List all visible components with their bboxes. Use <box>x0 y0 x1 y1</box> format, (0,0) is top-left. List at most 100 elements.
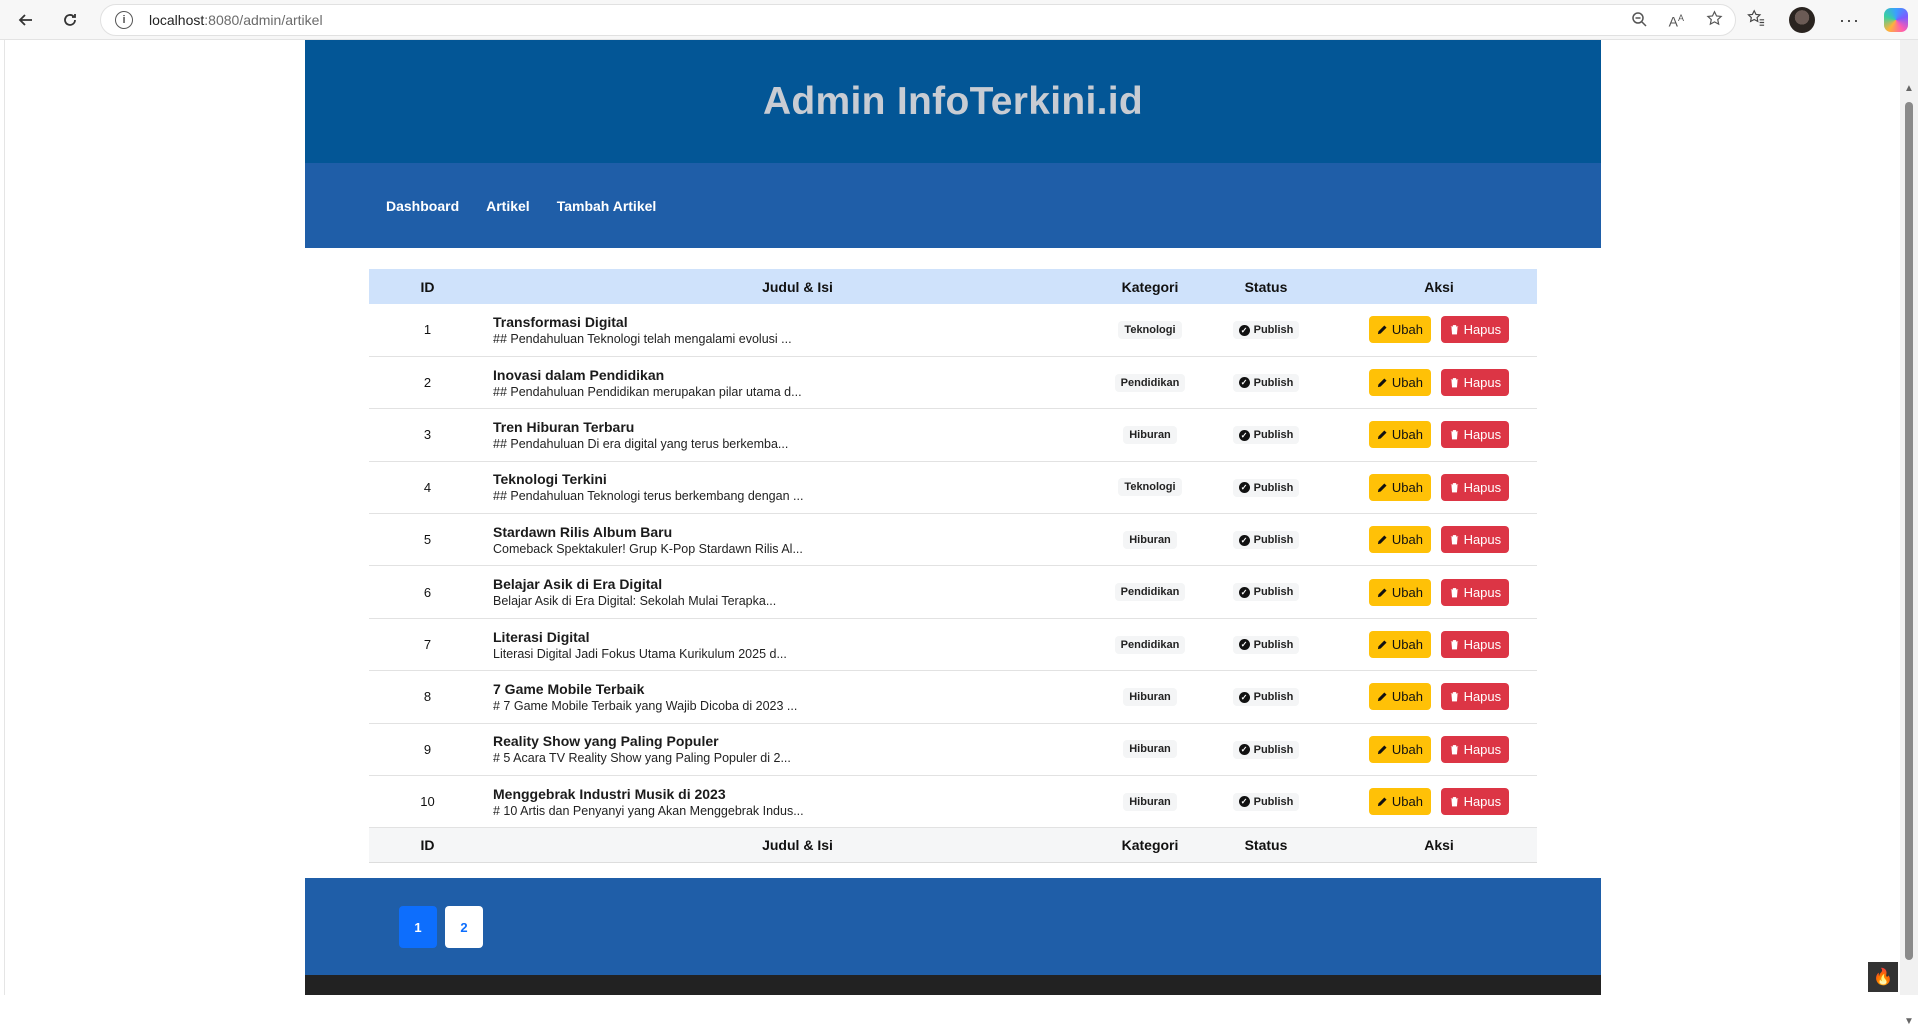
row-aksi-cell: Ubah Hapus <box>1341 776 1537 828</box>
header-id: ID <box>420 278 435 295</box>
delete-label: Hapus <box>1463 427 1502 443</box>
row-status-cell: ✓ Publish <box>1191 723 1341 775</box>
delete-button[interactable]: Hapus <box>1440 369 1510 397</box>
back-icon[interactable] <box>6 0 46 40</box>
favorite-star-icon[interactable] <box>1706 10 1723 32</box>
pencil-icon <box>1377 692 1387 702</box>
check-circle-icon: ✓ <box>1238 586 1250 598</box>
edit-label: Ubah <box>1391 375 1423 391</box>
row-title-cell: Menggebrak Industri Musik di 2023 # 10 A… <box>486 776 1109 828</box>
delete-button[interactable]: Hapus <box>1440 631 1510 659</box>
kategori-badge: Pendidikan <box>1114 583 1186 602</box>
edit-button[interactable]: Ubah <box>1368 369 1431 397</box>
site-info-icon[interactable]: i <box>115 11 133 29</box>
pencil-icon <box>1377 588 1387 597</box>
kategori-badge: Hiburan <box>1123 792 1177 811</box>
status-text: Publish <box>1253 586 1294 599</box>
scroll-up-icon[interactable]: ▲ <box>1904 84 1914 94</box>
edit-label: Ubah <box>1391 322 1423 338</box>
edit-label: Ubah <box>1391 794 1423 810</box>
article-snippet: ## Pendahuluan Teknologi telah mengalami… <box>493 331 792 346</box>
check-circle-icon: ✓ <box>1238 534 1250 546</box>
scrollbar[interactable]: ▲ ▼ <box>1900 40 1918 1027</box>
admin-page: Admin InfoTerkini.id Dashboard Artikel T… <box>305 40 1601 995</box>
trash-icon <box>1450 325 1458 335</box>
read-aloud-icon[interactable]: AA <box>1669 13 1684 30</box>
edit-button[interactable]: Ubah <box>1368 421 1431 449</box>
more-menu-icon[interactable]: ··· <box>1839 10 1860 31</box>
address-bar[interactable]: i localhost:8080/admin/artikel AA <box>100 4 1736 36</box>
article-snippet: # 5 Acara TV Reality Show yang Paling Po… <box>493 751 791 766</box>
nav-artikel[interactable]: Artikel <box>486 198 530 214</box>
debug-toolbar-icon[interactable]: 🔥 <box>1868 962 1898 992</box>
page-2-button[interactable]: 2 <box>445 906 483 948</box>
row-aksi-cell: Ubah Hapus <box>1341 409 1537 461</box>
status-text: Publish <box>1253 481 1294 494</box>
delete-button[interactable]: Hapus <box>1440 473 1510 501</box>
row-kategori-cell: Hiburan <box>1109 514 1191 566</box>
status-badge: ✓ Publish <box>1232 688 1300 707</box>
pencil-icon <box>1377 325 1387 335</box>
pencil-icon <box>1377 535 1387 545</box>
nav-tambah-artikel[interactable]: Tambah Artikel <box>557 198 657 214</box>
delete-button[interactable]: Hapus <box>1440 735 1510 763</box>
trash-icon <box>1450 535 1458 545</box>
delete-button[interactable]: Hapus <box>1440 683 1510 711</box>
zoom-out-icon[interactable] <box>1631 11 1647 32</box>
nav-dashboard[interactable]: Dashboard <box>386 198 459 214</box>
check-circle-icon: ✓ <box>1238 796 1250 808</box>
edit-label: Ubah <box>1391 584 1423 600</box>
scroll-thumb[interactable] <box>1905 102 1913 960</box>
edit-button[interactable]: Ubah <box>1368 473 1431 501</box>
row-kategori-cell: Hiburan <box>1109 776 1191 828</box>
table-header-row: ID Judul & Isi Kategori Status Aksi <box>369 269 1537 304</box>
row-status-cell: ✓ Publish <box>1191 461 1341 513</box>
main-nav: Dashboard Artikel Tambah Artikel <box>305 163 1601 248</box>
edit-button[interactable]: Ubah <box>1368 526 1431 554</box>
row-aksi-cell: Ubah Hapus <box>1341 618 1537 670</box>
edit-button[interactable]: Ubah <box>1368 788 1431 816</box>
profile-avatar[interactable] <box>1789 7 1816 33</box>
status-badge: ✓ Publish <box>1232 531 1300 549</box>
status-badge: ✓ Publish <box>1232 583 1300 602</box>
url-text[interactable]: localhost:8080/admin/artikel <box>149 12 323 28</box>
row-kategori-cell: Pendidikan <box>1109 566 1191 618</box>
row-id: 3 <box>423 427 432 443</box>
delete-button[interactable]: Hapus <box>1440 788 1510 816</box>
table-row: 7 Literasi Digital Literasi Digital Jadi… <box>369 618 1537 671</box>
article-title: Literasi Digital <box>493 628 590 645</box>
delete-button[interactable]: Hapus <box>1440 421 1510 449</box>
edit-label: Ubah <box>1391 689 1423 705</box>
edit-button[interactable]: Ubah <box>1368 683 1431 711</box>
status-text: Publish <box>1253 691 1294 704</box>
article-snippet: ## Pendahuluan Pendidikan merupakan pila… <box>493 384 802 399</box>
edit-button[interactable]: Ubah <box>1368 316 1431 344</box>
edit-button[interactable]: Ubah <box>1368 735 1431 763</box>
table-row: 8 7 Game Mobile Terbaik # 7 Game Mobile … <box>369 671 1537 724</box>
delete-button[interactable]: Hapus <box>1440 526 1510 554</box>
browser-toolbar: i localhost:8080/admin/artikel AA ··· <box>0 0 1918 40</box>
article-snippet: ## Pendahuluan Teknologi terus berkemban… <box>493 489 804 504</box>
status-text: Publish <box>1253 795 1294 808</box>
row-title-cell: Belajar Asik di Era Digital Belajar Asik… <box>486 566 1109 618</box>
article-title: Inovasi dalam Pendidikan <box>493 366 665 383</box>
article-snippet: Belajar Asik di Era Digital: Sekolah Mul… <box>493 594 777 609</box>
row-title-cell: Transformasi Digital ## Pendahuluan Tekn… <box>486 304 1109 356</box>
edit-button[interactable]: Ubah <box>1368 631 1431 659</box>
trash-icon <box>1450 692 1458 702</box>
footer-aksi: Aksi <box>1341 827 1537 864</box>
check-circle-icon: ✓ <box>1238 691 1250 703</box>
status-badge: ✓ Publish <box>1232 426 1300 445</box>
scroll-down-icon[interactable]: ▼ <box>1904 1017 1914 1027</box>
kategori-badge: Hiburan <box>1123 740 1177 759</box>
edit-button[interactable]: Ubah <box>1368 578 1431 606</box>
delete-button[interactable]: Hapus <box>1440 316 1510 344</box>
favorites-list-icon[interactable] <box>1747 8 1765 32</box>
delete-button[interactable]: Hapus <box>1440 578 1510 606</box>
reload-icon[interactable] <box>50 0 90 40</box>
row-title-cell: Reality Show yang Paling Populer # 5 Aca… <box>486 723 1109 775</box>
page-1-button[interactable]: 1 <box>399 906 437 948</box>
table-row: 5 Stardawn Rilis Album Baru Comeback Spe… <box>369 514 1537 566</box>
kategori-badge: Hiburan <box>1123 530 1177 549</box>
copilot-icon[interactable] <box>1884 8 1908 32</box>
